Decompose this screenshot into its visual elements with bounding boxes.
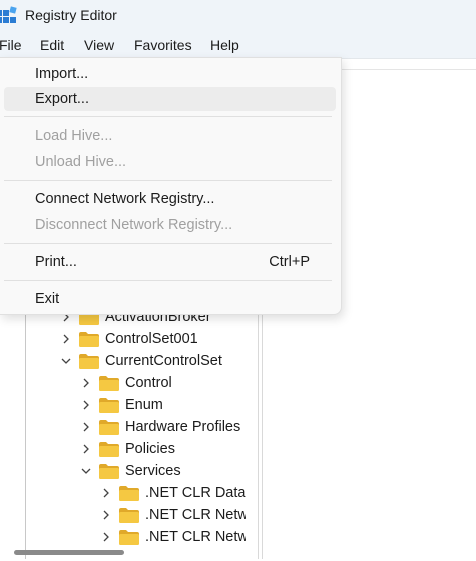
menu-item-label: Exit	[35, 291, 60, 307]
menu-item-disconnect-network-registry: Disconnect Network Registry...	[4, 213, 336, 237]
folder-icon	[119, 507, 139, 523]
tree-node-net-clr-networking-4[interactable]: .NET CLR Networking 4.0.0.0	[99, 526, 246, 548]
tree-node-enum[interactable]: Enum	[79, 394, 163, 416]
tree-node-label: .NET CLR Data	[145, 485, 246, 501]
chevron-right-icon[interactable]	[99, 486, 113, 500]
tree-node-services[interactable]: Services	[79, 460, 181, 482]
menu-separator	[4, 180, 332, 181]
menu-file[interactable]: File	[0, 37, 22, 53]
tree-node-label: .NET CLR Networking 4.0.0.0	[145, 529, 246, 545]
menu-item-label: Import...	[35, 66, 89, 82]
registry-editor-icon	[0, 6, 17, 23]
folder-icon	[79, 353, 99, 369]
window-title: Registry Editor	[25, 7, 117, 23]
menu-item-label: Export...	[35, 91, 89, 107]
chevron-right-icon[interactable]	[79, 442, 93, 456]
menu-item-label: Disconnect Network Registry...	[35, 217, 233, 233]
menu-item-label: Unload Hive...	[35, 154, 127, 170]
menu-edit[interactable]: Edit	[40, 37, 64, 53]
menu-item-import[interactable]: Import...	[4, 62, 336, 86]
tree-node-policies[interactable]: Policies	[79, 438, 175, 460]
folder-icon	[99, 397, 119, 413]
menu-bar: File Edit View Favorites Help	[0, 32, 476, 59]
chevron-right-icon[interactable]	[99, 530, 113, 544]
tree-node-label: Control	[125, 375, 172, 391]
chevron-right-icon[interactable]	[79, 398, 93, 412]
folder-icon	[99, 419, 119, 435]
menu-item-exit[interactable]: Exit	[4, 287, 336, 311]
tree-node-control[interactable]: Control	[79, 372, 172, 394]
menu-favorites[interactable]: Favorites	[134, 37, 192, 53]
menu-item-print[interactable]: Print... Ctrl+P	[4, 250, 336, 274]
menu-separator	[4, 116, 332, 117]
tree-node-label: .NET CLR Networking	[145, 507, 246, 523]
tree-node-label: ControlSet001	[105, 331, 198, 347]
tree-node-hardware-profiles[interactable]: Hardware Profiles	[79, 416, 240, 438]
menu-item-label: Connect Network Registry...	[35, 191, 215, 207]
menu-view[interactable]: View	[84, 37, 114, 53]
chevron-down-icon[interactable]	[59, 354, 73, 368]
menu-separator	[4, 280, 332, 281]
menu-separator	[4, 243, 332, 244]
chevron-right-icon[interactable]	[99, 508, 113, 522]
folder-icon	[119, 529, 139, 545]
folder-icon	[99, 441, 119, 457]
tree-node-label: Policies	[125, 441, 175, 457]
folder-icon	[79, 331, 99, 347]
folder-icon	[99, 463, 119, 479]
chevron-right-icon[interactable]	[79, 420, 93, 434]
tree-node-label: CurrentControlSet	[105, 353, 222, 369]
menu-item-connect-network-registry[interactable]: Connect Network Registry...	[4, 187, 336, 211]
folder-icon	[119, 485, 139, 501]
chevron-right-icon[interactable]	[59, 332, 73, 346]
menu-item-unload-hive: Unload Hive...	[4, 150, 336, 174]
chevron-right-icon[interactable]	[79, 376, 93, 390]
tree-node-label: Services	[125, 463, 181, 479]
menu-item-load-hive: Load Hive...	[4, 124, 336, 148]
menu-item-label: Print...	[35, 254, 77, 270]
tree-node-net-clr-networking[interactable]: .NET CLR Networking	[99, 504, 246, 526]
tree-node-label: Enum	[125, 397, 163, 413]
tree-horizontal-scrollbar[interactable]	[0, 548, 258, 556]
tree-node-controlset001[interactable]: ControlSet001	[59, 328, 198, 350]
folder-icon	[99, 375, 119, 391]
menu-item-shortcut: Ctrl+P	[269, 254, 310, 270]
file-menu-dropdown: Import... Export... Load Hive... Unload …	[0, 57, 342, 315]
title-bar: Registry Editor	[0, 0, 476, 32]
tree-node-currentcontrolset[interactable]: CurrentControlSet	[59, 350, 222, 372]
menu-item-export[interactable]: Export...	[4, 87, 336, 111]
menu-item-label: Load Hive...	[35, 128, 113, 144]
tree-node-net-clr-data[interactable]: .NET CLR Data	[99, 482, 245, 504]
menu-help[interactable]: Help	[210, 37, 239, 53]
tree-node-label: Hardware Profiles	[125, 419, 241, 435]
scrollbar-thumb[interactable]	[14, 550, 124, 555]
chevron-down-icon[interactable]	[79, 464, 93, 478]
